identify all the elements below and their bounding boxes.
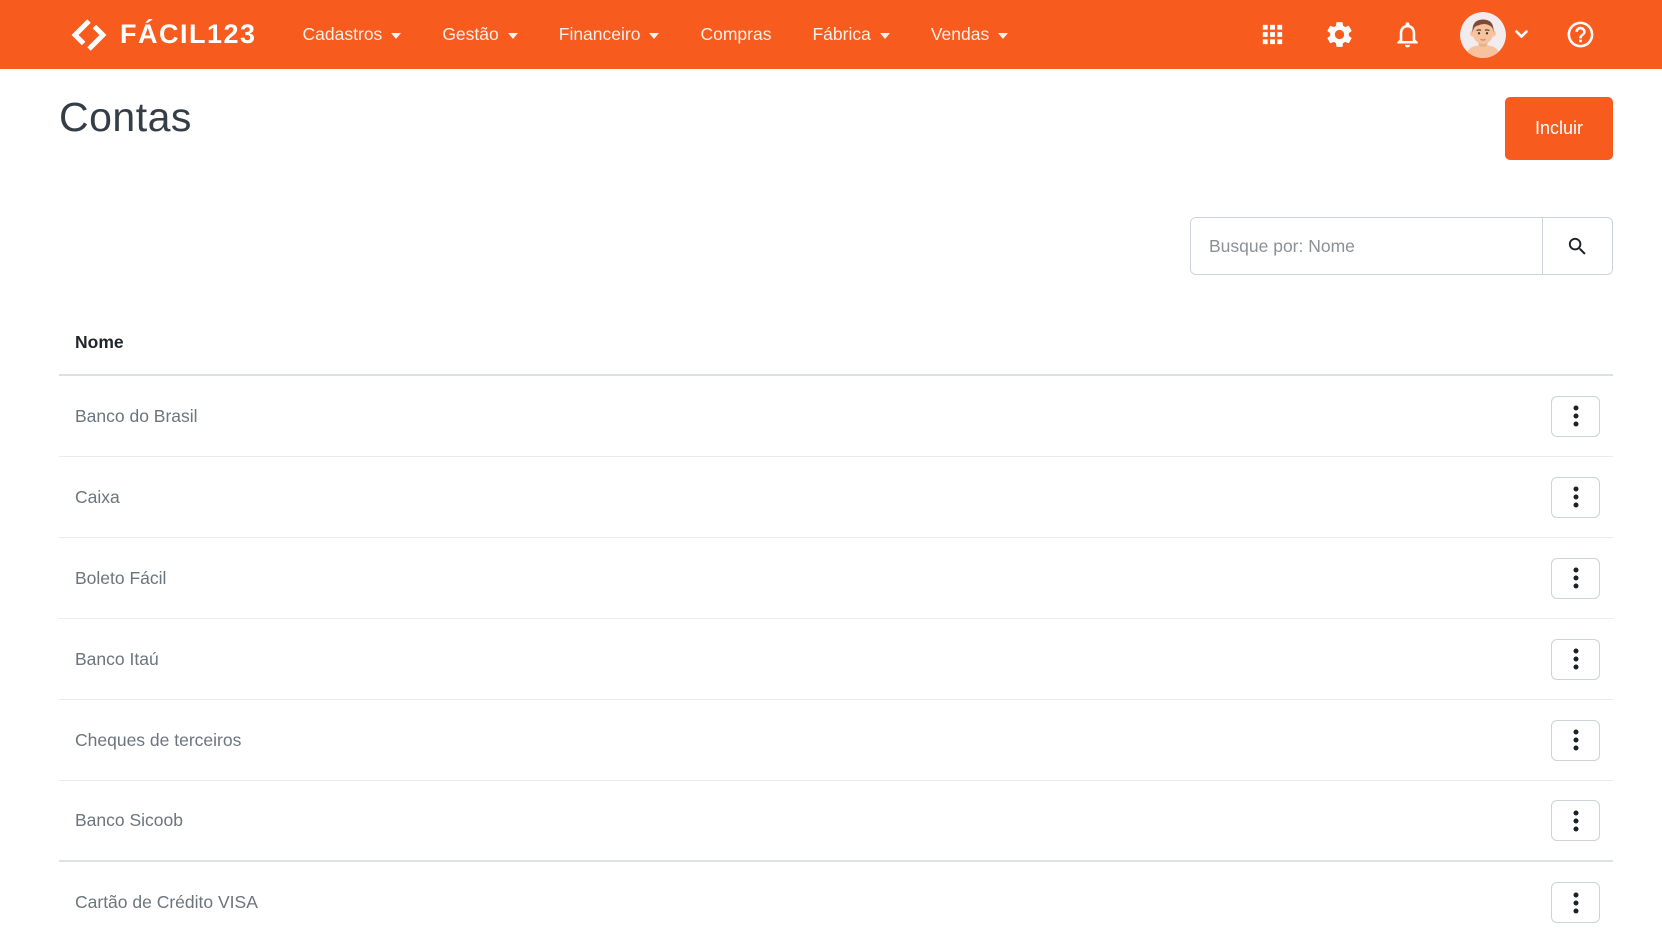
account-name: Boleto Fácil xyxy=(75,567,167,588)
table-row: Caixa xyxy=(59,457,1613,538)
row-actions-button[interactable] xyxy=(1551,395,1600,437)
page-title: Contas xyxy=(59,94,192,140)
nav-menu-label: Fábrica xyxy=(812,24,871,44)
nav-menu-item[interactable]: Cadastros xyxy=(303,24,402,45)
settings-button[interactable] xyxy=(1324,19,1355,50)
chevron-down-icon xyxy=(998,33,1009,39)
table-row: Banco Itaú xyxy=(59,619,1613,700)
nav-menu-label: Gestão xyxy=(442,24,499,44)
kebab-menu-icon xyxy=(1573,892,1578,913)
account-name: Cartão de Crédito VISA xyxy=(75,892,258,912)
help-icon xyxy=(1567,21,1594,48)
nav-menu-label: Compras xyxy=(700,24,772,44)
table-row: Banco Sicoob xyxy=(59,781,1613,862)
chevron-down-icon xyxy=(879,33,890,39)
kebab-menu-icon xyxy=(1573,729,1578,751)
search-group xyxy=(1190,217,1613,275)
nav-menu-item[interactable]: Fábrica xyxy=(812,24,890,45)
brand-name: FÁCIL123 xyxy=(120,19,257,49)
nav-menu-item[interactable]: Vendas xyxy=(930,24,1009,45)
notifications-button[interactable] xyxy=(1392,19,1423,50)
apps-grid-button[interactable] xyxy=(1258,20,1287,49)
nav-menu-item[interactable]: Compras xyxy=(700,24,771,45)
kebab-menu-icon xyxy=(1573,486,1578,508)
account-name: Banco Sicoob xyxy=(75,810,183,830)
navbar-actions xyxy=(1258,11,1596,58)
nav-menu-label: Financeiro xyxy=(558,24,641,44)
table-row: Boleto Fácil xyxy=(59,538,1613,619)
table-row: Cartão de Crédito VISA xyxy=(59,862,1613,943)
include-button[interactable]: Incluir xyxy=(1505,97,1613,160)
account-name: Caixa xyxy=(75,486,120,507)
apps-grid-icon xyxy=(1262,24,1283,45)
search-row xyxy=(59,217,1613,275)
user-menu-button[interactable] xyxy=(1460,11,1528,58)
account-name: Banco Itaú xyxy=(75,648,159,669)
row-actions-button[interactable] xyxy=(1551,476,1600,518)
chevron-down-icon xyxy=(391,33,402,39)
nav-menu-item[interactable]: Gestão xyxy=(442,24,518,45)
main-nav: Cadastros Gestão Financeiro Compras Fábr… xyxy=(303,24,1009,45)
chevron-down-icon xyxy=(1515,30,1528,39)
kebab-menu-icon xyxy=(1573,648,1578,670)
chevron-down-icon xyxy=(507,33,518,39)
row-actions-button[interactable] xyxy=(1551,638,1600,680)
account-name: Cheques de terceiros xyxy=(75,729,242,750)
page-header: Contas Incluir xyxy=(59,94,1613,160)
bell-icon xyxy=(1397,22,1418,48)
search-button[interactable] xyxy=(1542,218,1612,274)
row-actions-button[interactable] xyxy=(1551,882,1600,923)
account-name: Banco do Brasil xyxy=(75,405,198,426)
top-navbar: FÁCIL123 Cadastros Gestão Financeiro Com… xyxy=(0,0,1662,69)
table-row: Banco do Brasil xyxy=(59,376,1613,457)
nav-menu-label: Cadastros xyxy=(302,24,383,44)
user-avatar xyxy=(1460,11,1506,58)
kebab-menu-icon xyxy=(1573,810,1578,831)
help-button[interactable] xyxy=(1565,19,1596,50)
row-actions-button[interactable] xyxy=(1551,719,1600,761)
nav-menu-label: Vendas xyxy=(930,24,990,44)
search-input[interactable] xyxy=(1191,218,1542,274)
chevron-down-icon xyxy=(649,33,660,39)
kebab-menu-icon xyxy=(1573,567,1578,589)
gear-icon xyxy=(1327,22,1352,47)
search-icon xyxy=(1568,237,1586,255)
table-row: Cheques de terceiros xyxy=(59,700,1613,781)
accounts-list: Banco do Brasil Caixa Boleto Fácil Banco… xyxy=(59,376,1613,943)
row-actions-button[interactable] xyxy=(1551,557,1600,599)
diamond-logo-icon xyxy=(71,18,107,51)
column-header-nome: Nome xyxy=(59,332,1613,376)
page-content: Contas Incluir Nome Banco do Brasil xyxy=(0,69,1662,943)
kebab-menu-icon xyxy=(1573,405,1578,427)
nav-menu-item[interactable]: Financeiro xyxy=(559,24,660,45)
row-actions-button[interactable] xyxy=(1551,800,1600,841)
brand-logo[interactable]: FÁCIL123 xyxy=(71,17,257,53)
